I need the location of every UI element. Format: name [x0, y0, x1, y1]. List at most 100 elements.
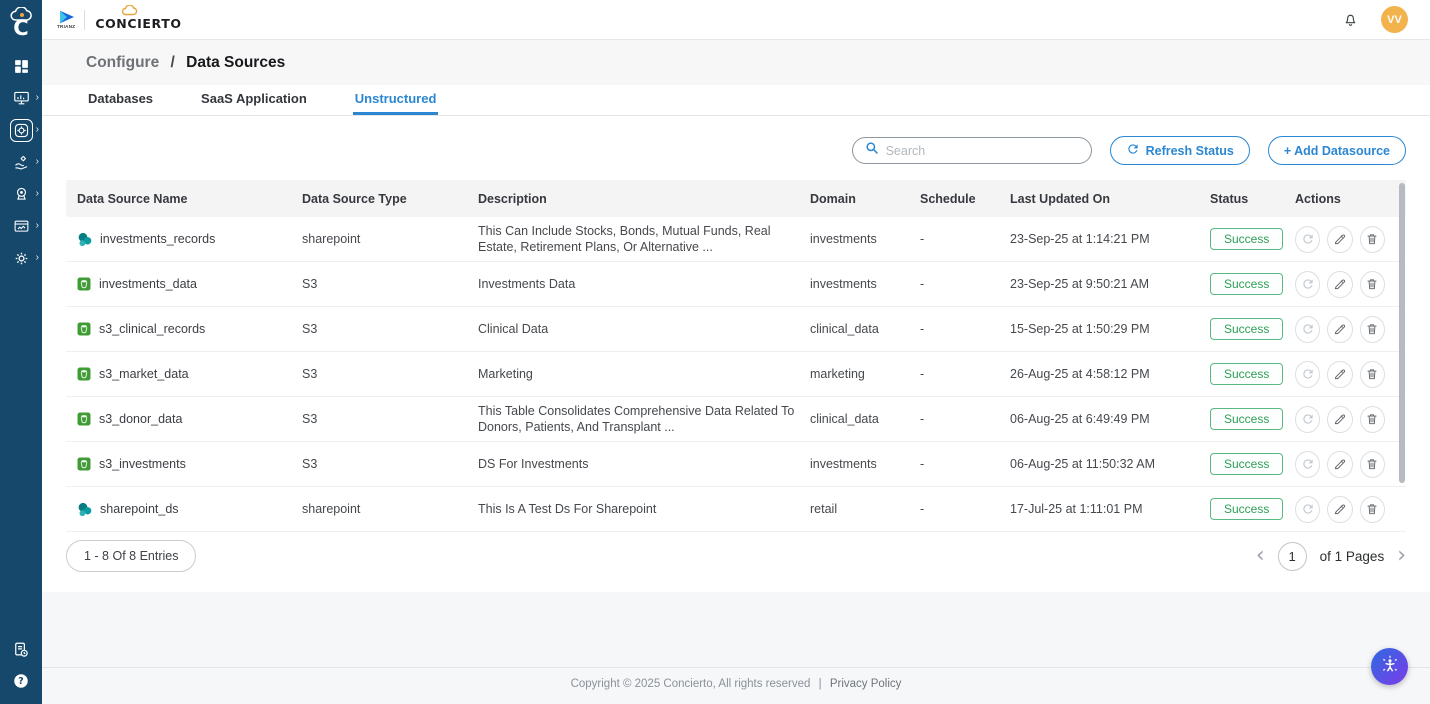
notifications-bell-icon[interactable] [1342, 10, 1359, 29]
sync-datasource-button[interactable] [1295, 406, 1320, 433]
data-sources-icon [10, 119, 33, 142]
tab-databases[interactable]: Databases [86, 85, 155, 115]
delete-datasource-button[interactable] [1360, 271, 1385, 298]
table-row[interactable]: sharepoint_ds sharepoint This Is A Test … [66, 487, 1406, 532]
copyright-text: Copyright © 2025 Concierto, All rights r… [571, 678, 811, 690]
sync-datasource-button[interactable] [1295, 271, 1320, 298]
datasource-name: investments_data [99, 277, 197, 291]
search-box[interactable] [852, 137, 1092, 164]
delete-datasource-button[interactable] [1360, 361, 1385, 388]
accessibility-widget-button[interactable] [1371, 648, 1408, 685]
table-scrollbar[interactable] [1399, 183, 1405, 483]
datasource-schedule: - [920, 412, 1010, 426]
sidebar-item-services[interactable]: › [0, 151, 42, 173]
sidebar-item-applications[interactable]: › [0, 215, 42, 237]
search-icon [865, 141, 879, 160]
table-body: investments_records sharepoint This Can … [66, 217, 1406, 532]
status-cell: Success [1210, 363, 1295, 385]
sidebar-item-dashboard[interactable] [0, 55, 42, 77]
add-datasource-button[interactable]: + Add Datasource [1268, 136, 1406, 165]
datasource-domain: investments [810, 232, 920, 246]
trianz-logo: TRIANZ [57, 10, 75, 30]
sidebar-item-monitoring[interactable]: › [0, 183, 42, 205]
datasource-domain: retail [810, 502, 920, 516]
tab-unstructured[interactable]: Unstructured [353, 85, 439, 115]
sync-datasource-button[interactable] [1295, 451, 1320, 478]
actions-cell [1295, 316, 1395, 343]
actions-cell [1295, 361, 1395, 388]
datasource-description: DS For Investments [478, 456, 810, 472]
table-row[interactable]: s3_market_data S3 Marketing marketing - … [66, 352, 1406, 397]
edit-datasource-button[interactable] [1327, 451, 1352, 478]
table-row[interactable]: s3_investments S3 DS For Investments inv… [66, 442, 1406, 487]
table-row[interactable]: investments_records sharepoint This Can … [66, 217, 1406, 262]
delete-datasource-button[interactable] [1360, 316, 1385, 343]
chevron-right-icon: › [36, 157, 39, 167]
s3-icon [77, 457, 91, 471]
sharepoint-icon [77, 502, 92, 517]
datasource-schedule: - [920, 232, 1010, 246]
datasource-description: This Table Consolidates Comprehensive Da… [478, 403, 810, 436]
edit-datasource-button[interactable] [1327, 271, 1352, 298]
pagination: 1 - 8 Of 8 Entries ‹ 1 of 1 Pages › [42, 532, 1430, 588]
next-page-icon[interactable]: › [1397, 545, 1406, 567]
edit-datasource-button[interactable] [1327, 406, 1352, 433]
datasource-name-cell: s3_clinical_records [77, 322, 302, 336]
current-page-button[interactable]: 1 [1278, 542, 1307, 571]
page-title: Data Sources [186, 54, 285, 71]
sync-datasource-button[interactable] [1295, 316, 1320, 343]
trianz-play-icon [58, 10, 75, 24]
datasource-schedule: - [920, 367, 1010, 381]
entries-count: 1 - 8 Of 8 Entries [66, 540, 196, 572]
privacy-policy-link[interactable]: Privacy Policy [830, 678, 902, 690]
help-icon[interactable]: ? [12, 672, 30, 690]
datasource-domain: clinical_data [810, 412, 920, 426]
prev-page-icon[interactable]: ‹ [1256, 545, 1265, 567]
edit-datasource-button[interactable] [1327, 361, 1352, 388]
sync-datasource-button[interactable] [1295, 226, 1320, 253]
status-badge: Success [1210, 318, 1283, 340]
datasource-description: Marketing [478, 366, 810, 382]
datasource-description: Investments Data [478, 276, 810, 292]
column-header-last-updated: Last Updated On [1010, 192, 1210, 206]
sidebar: C › › [0, 0, 42, 704]
table-row[interactable]: s3_clinical_records S3 Clinical Data cli… [66, 307, 1406, 352]
delete-datasource-button[interactable] [1360, 406, 1385, 433]
table-row[interactable]: investments_data S3 Investments Data inv… [66, 262, 1406, 307]
delete-datasource-button[interactable] [1360, 496, 1385, 523]
datasource-name: s3_clinical_records [99, 322, 205, 336]
sidebar-item-settings[interactable]: › [0, 247, 42, 269]
breadcrumb-section[interactable]: Configure [86, 54, 159, 71]
delete-datasource-button[interactable] [1360, 226, 1385, 253]
s3-icon [77, 322, 91, 336]
datasource-domain: investments [810, 457, 920, 471]
accessibility-person-icon [1379, 654, 1401, 679]
datasource-type: S3 [302, 457, 478, 471]
actions-cell [1295, 271, 1395, 298]
table-header: Data Source Name Data Source Type Descri… [66, 180, 1406, 217]
status-cell: Success [1210, 318, 1295, 340]
sidebar-nav: › › › › [0, 55, 42, 269]
sync-datasource-button[interactable] [1295, 361, 1320, 388]
table-row[interactable]: s3_donor_data S3 This Table Consolidates… [66, 397, 1406, 442]
s3-icon [77, 412, 91, 426]
sync-datasource-button[interactable] [1295, 496, 1320, 523]
release-notes-icon[interactable] [12, 641, 30, 659]
refresh-status-button[interactable]: Refresh Status [1110, 136, 1250, 165]
delete-datasource-button[interactable] [1360, 451, 1385, 478]
edit-datasource-button[interactable] [1327, 226, 1352, 253]
sidebar-item-analytics[interactable]: › [0, 87, 42, 109]
sidebar-item-data-sources[interactable]: › [0, 119, 42, 141]
edit-datasource-button[interactable] [1327, 316, 1352, 343]
column-header-type: Data Source Type [302, 192, 478, 206]
datasource-name: s3_market_data [99, 367, 189, 381]
chevron-right-icon: › [36, 221, 39, 231]
datasource-name: s3_donor_data [99, 412, 182, 426]
status-cell: Success [1210, 228, 1295, 250]
edit-datasource-button[interactable] [1327, 496, 1352, 523]
content: Refresh Status + Add Datasource Data Sou… [42, 116, 1430, 704]
tab-saas-application[interactable]: SaaS Application [199, 85, 309, 115]
user-avatar[interactable]: VV [1381, 6, 1408, 33]
search-input[interactable] [886, 144, 1079, 158]
status-badge: Success [1210, 408, 1283, 430]
